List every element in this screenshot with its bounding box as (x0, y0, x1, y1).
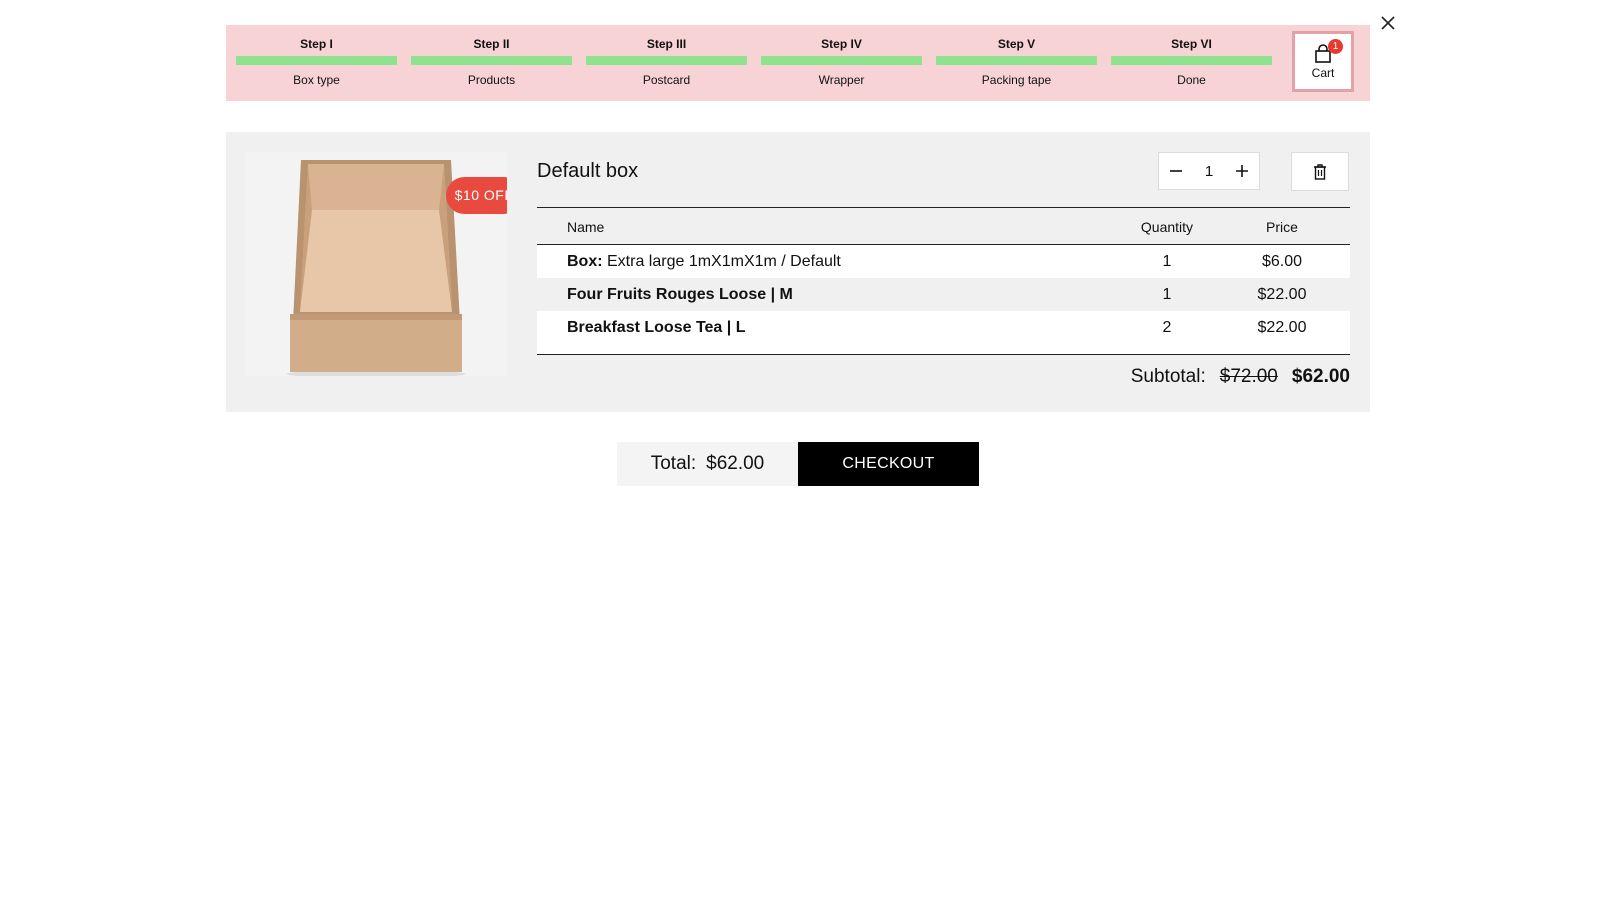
step-progress-bar (236, 56, 397, 65)
step-products[interactable]: Step II Products (411, 25, 572, 101)
table-spacer (537, 344, 1350, 354)
total-display: Total: $62.00 (617, 442, 798, 486)
total-label: Total: (650, 453, 697, 474)
decrease-quantity-button[interactable] (1159, 153, 1193, 189)
close-icon (1381, 16, 1395, 30)
item-name-bold: Box: (567, 253, 603, 270)
item-name: Four Fruits Rouges Loose | M (567, 286, 793, 304)
step-label: Packing tape (981, 73, 1052, 87)
subtotal-label: Subtotal: (1130, 366, 1206, 387)
step-done[interactable]: Step VI Done (1111, 25, 1272, 101)
step-box-type[interactable]: Step I Box type (236, 25, 397, 101)
table-row: Four Fruits Rouges Loose | M 1 $22.00 (537, 278, 1350, 311)
item-name-bold: Breakfast Loose Tea | L (567, 319, 746, 336)
step-wrapper[interactable]: Step IV Wrapper (761, 25, 922, 101)
checkout-footer: Total: $62.00 CHECKOUT (617, 442, 979, 486)
box-title: Default box (537, 160, 639, 182)
cart-button[interactable]: Cart 1 (1292, 31, 1354, 92)
delete-box-button[interactable] (1291, 152, 1349, 191)
item-price: $6.00 (1261, 253, 1303, 270)
item-name: Box: Extra large 1mX1mX1m / Default (567, 253, 841, 271)
item-name-detail: Extra large 1mX1mX1m / Default (602, 253, 841, 270)
step-label: Products (467, 73, 516, 87)
plus-icon (1236, 165, 1248, 177)
trash-icon (1314, 163, 1326, 180)
step-postcard[interactable]: Step III Postcard (586, 25, 747, 101)
header-name: Name (567, 219, 605, 235)
item-name: Breakfast Loose Tea | L (567, 319, 745, 337)
step-title: Step VI (1171, 37, 1212, 51)
minus-icon (1170, 170, 1182, 172)
step-progress-bar (1111, 56, 1272, 65)
step-title: Step II (473, 37, 510, 51)
step-title: Step I (300, 37, 333, 51)
step-title: Step IV (821, 37, 862, 51)
table-bottom-rule (537, 354, 1350, 355)
table-row: Breakfast Loose Tea | L 2 $22.00 (537, 311, 1350, 344)
cart-count-badge: 1 (1328, 39, 1343, 54)
subtotal-discounted-price: $62.00 (1291, 366, 1350, 387)
discount-badge: $10 OFF (446, 177, 507, 214)
step-title: Step III (646, 37, 687, 51)
step-progress-bar (761, 56, 922, 65)
table-row: Box: Extra large 1mX1mX1m / Default 1 $6… (537, 245, 1350, 278)
header-quantity: Quantity (1140, 219, 1194, 235)
item-name-bold: Four Fruits Rouges Loose | M (567, 286, 793, 303)
step-progress-bar (586, 56, 747, 65)
quantity-stepper: 1 (1158, 152, 1260, 190)
step-label: Box type (293, 73, 340, 87)
step-progress-bar (936, 56, 1097, 65)
subtotal-original-price: $72.00 (1219, 366, 1278, 387)
item-quantity: 1 (1162, 286, 1172, 303)
step-label: Postcard (642, 73, 691, 87)
step-label: Done (1177, 73, 1206, 87)
table-header: Name Quantity Price (537, 207, 1350, 245)
box-items-table: Name Quantity Price Box: Extra large 1mX… (537, 207, 1350, 355)
increase-quantity-button[interactable] (1225, 153, 1259, 189)
total-value: $62.00 (706, 453, 765, 474)
step-label: Wrapper (818, 73, 865, 87)
close-button[interactable] (1377, 12, 1399, 34)
checkout-button[interactable]: CHECKOUT (798, 442, 979, 486)
subtotal: Subtotal: $72.00 $62.00 (1131, 366, 1350, 388)
header-price: Price (1266, 219, 1298, 235)
step-title: Step V (997, 37, 1036, 51)
step-packing-tape[interactable]: Step V Packing tape (936, 25, 1097, 101)
progress-stepper: Step I Box type Step II Products Step II… (226, 25, 1370, 101)
quantity-value[interactable]: 1 (1193, 163, 1225, 180)
item-price: $22.00 (1257, 286, 1307, 303)
step-progress-bar (411, 56, 572, 65)
item-price: $22.00 (1257, 319, 1307, 336)
item-quantity: 1 (1162, 253, 1172, 270)
cart-label: Cart (1311, 65, 1335, 80)
box-image: $10 OFF (246, 152, 507, 376)
box-summary-panel: $10 OFF Default box 1 Name Quantity Pric… (226, 132, 1370, 412)
item-quantity: 2 (1162, 319, 1172, 336)
